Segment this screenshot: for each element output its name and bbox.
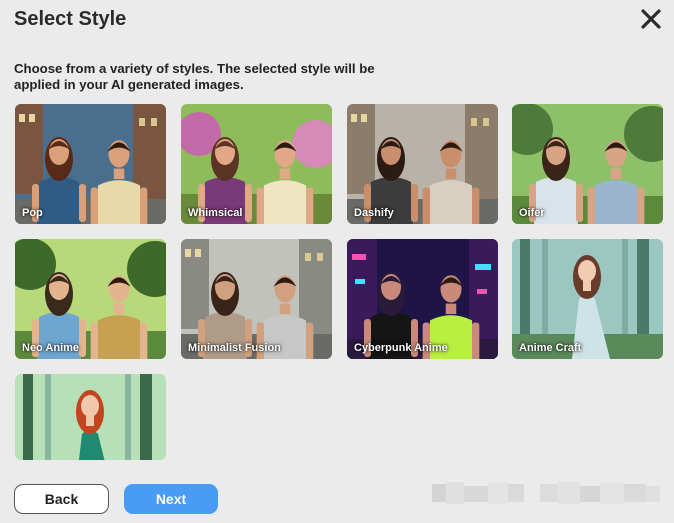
style-preview-image (512, 104, 663, 224)
style-card[interactable]: Oifer (512, 104, 663, 224)
style-label: Whimsical (188, 207, 243, 219)
back-button[interactable]: Back (14, 484, 109, 514)
style-card[interactable]: Cyberpunk Anime (347, 239, 498, 359)
style-label: Oifer (519, 207, 545, 219)
next-button[interactable]: Next (124, 484, 218, 514)
style-card[interactable]: Anime Craft (512, 239, 663, 359)
dialog-title: Select Style (14, 8, 127, 30)
style-preview-image (347, 104, 498, 224)
style-label: Neo Anime (22, 342, 80, 354)
style-card[interactable]: Dashify (347, 104, 498, 224)
blurred-watermark (432, 482, 660, 504)
style-preview-image (15, 239, 166, 359)
select-style-dialog: Select Style Choose from a variety of st… (0, 0, 674, 523)
style-card[interactable]: Minimalist Fusion (181, 239, 332, 359)
close-button[interactable] (638, 6, 664, 32)
style-label: Anime Craft (519, 342, 582, 354)
style-label: Minimalist Fusion (188, 342, 281, 354)
style-card[interactable]: Pop (15, 104, 166, 224)
style-preview-image (512, 239, 663, 359)
style-preview-image (15, 104, 166, 224)
style-label: Pop (22, 207, 43, 219)
style-preview-image (181, 239, 332, 359)
style-label: Dashify (354, 207, 394, 219)
style-card[interactable]: Whimsical (181, 104, 332, 224)
style-preview-image (347, 239, 498, 359)
style-card[interactable] (15, 374, 166, 460)
style-card[interactable]: Neo Anime (15, 239, 166, 359)
close-icon (641, 9, 661, 29)
style-label: Cyberpunk Anime (354, 342, 448, 354)
style-preview-image (181, 104, 332, 224)
style-preview-image (15, 374, 166, 460)
dialog-description: Choose from a variety of styles. The sel… (14, 61, 375, 92)
